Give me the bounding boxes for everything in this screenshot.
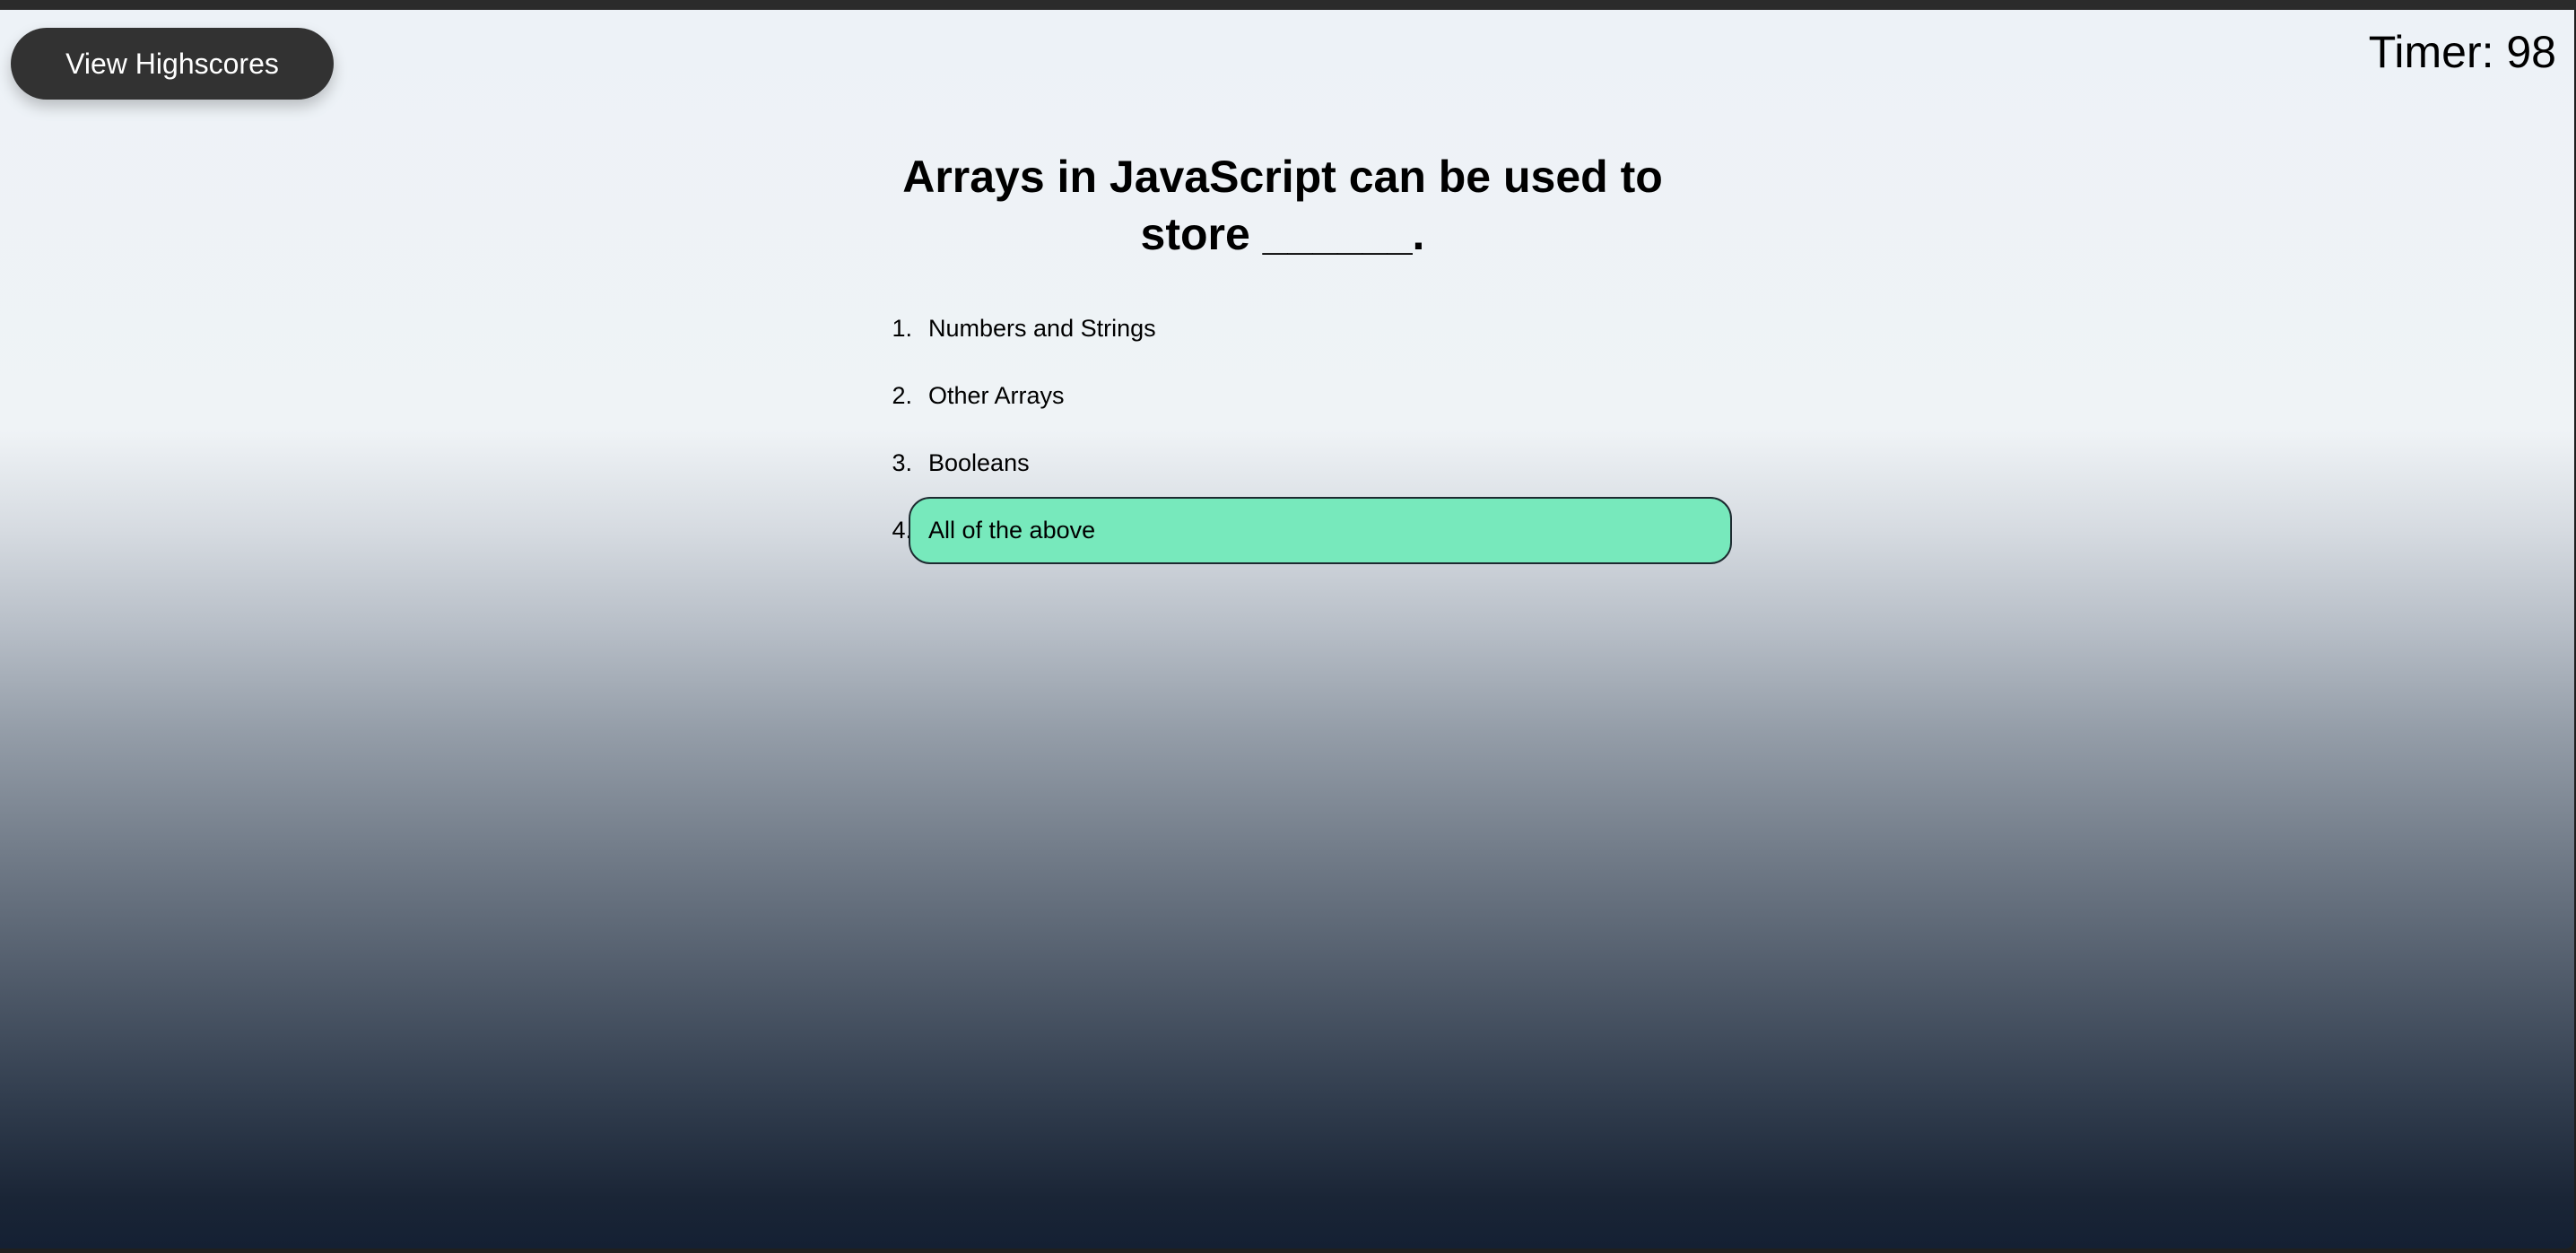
browser-top-bar	[0, 0, 2576, 10]
quiz-page: View Highscores Timer: 98 Arrays in Java…	[0, 10, 2574, 1249]
choice-label[interactable]: Booleans	[909, 430, 1732, 497]
question-title: Arrays in JavaScript can be used to stor…	[902, 152, 1663, 259]
choice-item-2[interactable]: 2. Other Arrays	[870, 362, 1731, 430]
choice-item-4[interactable]: 4. All of the above	[870, 497, 1732, 564]
choice-label[interactable]: Numbers and Strings	[909, 295, 1732, 362]
choice-number: 3.	[892, 449, 912, 476]
timer-display: Timer: 98	[2368, 27, 2556, 77]
choice-number: 2.	[892, 382, 912, 409]
view-highscores-button[interactable]: View Highscores	[11, 28, 334, 100]
answer-choices-list: 1. Numbers and Strings 2. Other Arrays 3…	[870, 295, 1732, 564]
choice-label[interactable]: All of the above	[909, 497, 1732, 564]
choice-item-3[interactable]: 3. Booleans	[870, 430, 1731, 497]
choice-number: 4.	[892, 517, 912, 544]
choice-item-1[interactable]: 1. Numbers and Strings	[870, 295, 1731, 362]
choice-label[interactable]: Other Arrays	[909, 362, 1732, 430]
choice-number: 1.	[892, 315, 912, 342]
